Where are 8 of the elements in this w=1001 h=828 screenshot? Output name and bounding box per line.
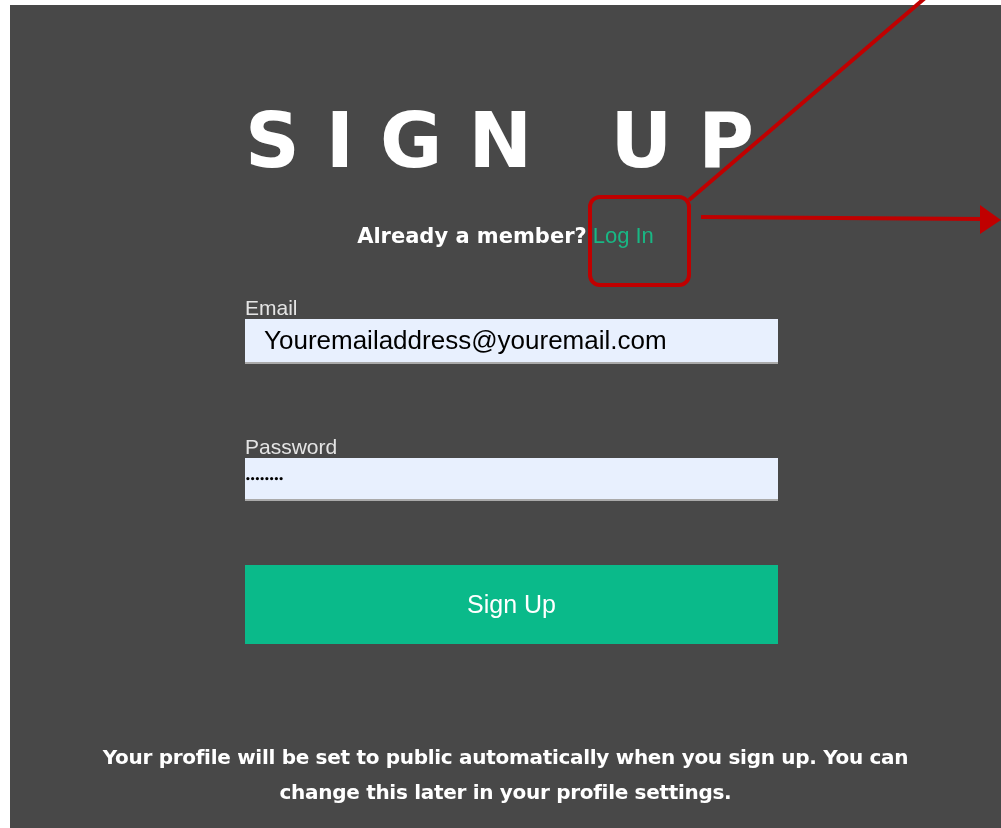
field-label: Email xyxy=(245,297,299,319)
email-field[interactable]: Youremailaddress@youremail.com xyxy=(245,319,778,364)
password-field[interactable]: •••••••• xyxy=(245,458,778,501)
field-label: Password xyxy=(245,436,339,458)
login-link[interactable]: Log In xyxy=(592,223,654,249)
page-title: SIGN UP xyxy=(245,101,780,181)
login-prompt: Already a member? xyxy=(357,224,587,248)
footer-note: Your profile will be set to public automatically when you sign up. You can change this later in your profile settings. xyxy=(101,744,910,806)
